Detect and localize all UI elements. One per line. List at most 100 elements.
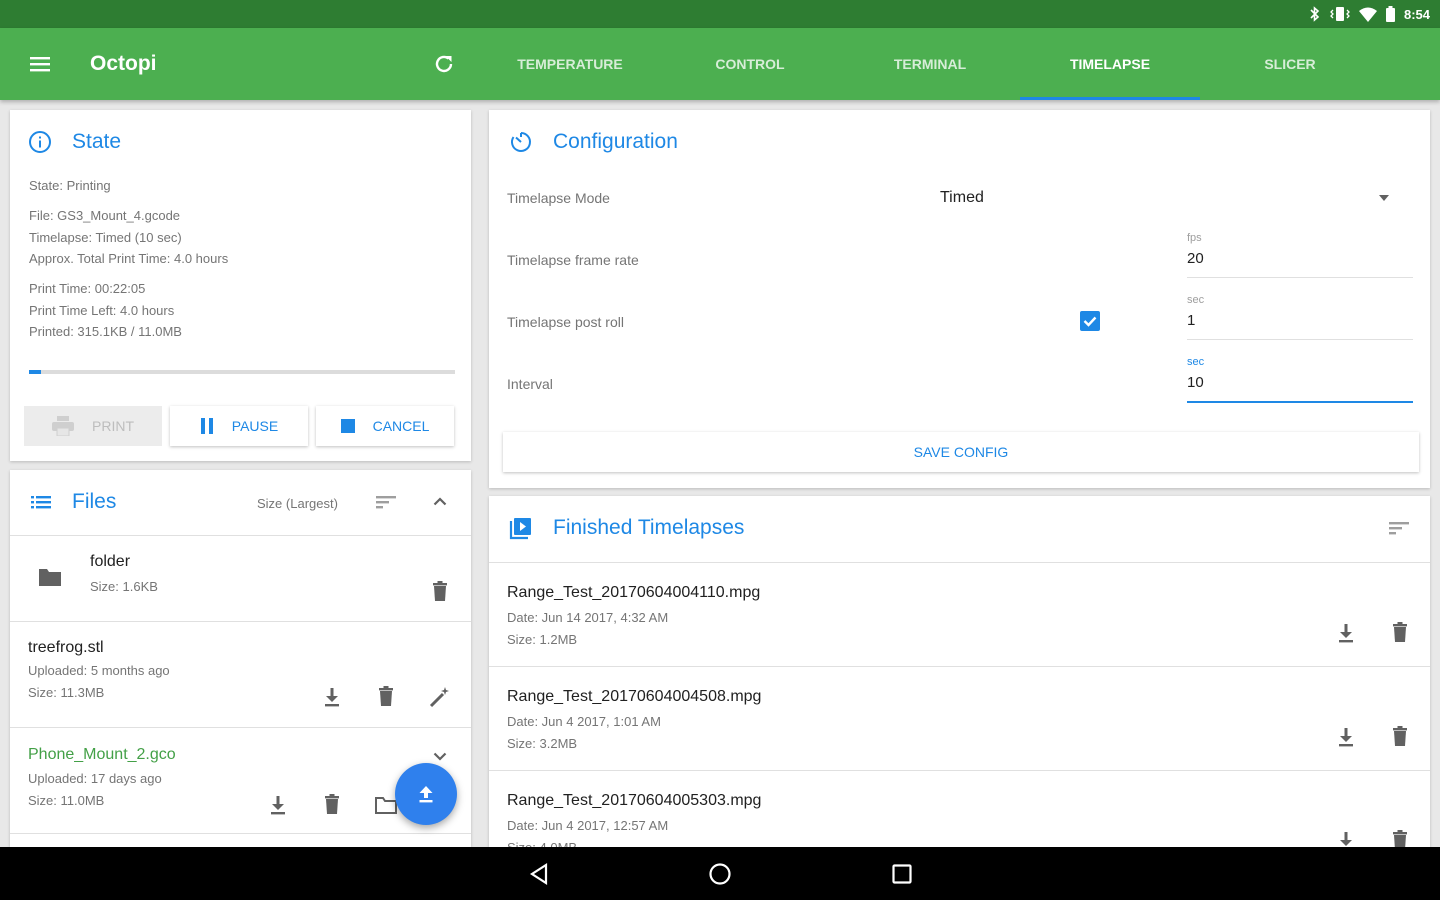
timelapse-name: Range_Test_20170604005303.mpg — [507, 792, 762, 809]
info-icon — [29, 131, 51, 153]
timelapse-mode-label: Timelapse Mode — [507, 190, 610, 206]
time-left-line: Print Time Left: 4.0 hours — [29, 302, 175, 318]
timelapse-size: Size: 1.2MB — [507, 631, 578, 647]
battery-icon — [1385, 6, 1395, 22]
dropdown-arrow-icon — [1379, 195, 1389, 201]
delete-icon[interactable] — [1388, 725, 1412, 749]
print-progress-fill — [29, 370, 41, 374]
state-file-info: File: GS3_Mount_4.gcode Timelapse: Timed… — [29, 205, 228, 270]
download-icon[interactable] — [320, 685, 344, 709]
home-icon[interactable] — [706, 860, 734, 888]
approx-time-line: Approx. Total Print Time: 4.0 hours — [29, 251, 229, 266]
timelapse-size: Size: 4.0MB — [507, 839, 578, 848]
cancel-button[interactable]: CANCEL — [316, 406, 454, 446]
pause-button[interactable]: PAUSE — [170, 406, 308, 446]
delete-icon[interactable] — [1388, 621, 1412, 645]
download-icon[interactable] — [1334, 725, 1358, 749]
stop-icon — [340, 419, 355, 433]
tab-temperature[interactable]: TEMPERATURE — [480, 28, 660, 100]
sort-icon[interactable] — [374, 490, 398, 514]
tab-control[interactable]: CONTROL — [660, 28, 840, 100]
delete-icon[interactable] — [374, 685, 398, 709]
download-icon[interactable] — [1334, 621, 1358, 645]
frame-rate-field[interactable]: fps 20 — [1187, 232, 1413, 278]
interval-field[interactable]: sec 10 — [1187, 356, 1413, 403]
pause-label: PAUSE — [231, 418, 279, 434]
tab-terminal[interactable]: TERMINAL — [840, 28, 1020, 100]
slice-wand-icon[interactable] — [428, 685, 452, 709]
tab-timelapse[interactable]: TIMELAPSE — [1020, 28, 1200, 100]
state-card-header: State — [28, 130, 121, 154]
timelapse-date: Date: Jun 4 2017, 1:01 AM — [507, 714, 661, 729]
configuration-card-title: Configuration — [553, 130, 678, 153]
upload-icon — [419, 786, 433, 803]
bluetooth-icon — [1310, 6, 1320, 22]
finished-timelapses-card: Finished Timelapses Range_Test_201706040… — [489, 496, 1430, 847]
print-button[interactable]: PRINT — [24, 406, 162, 446]
file-name: folder — [90, 553, 131, 570]
app-bar: Octopi TEMPERATURE CONTROL TERMINAL TIME… — [0, 28, 1440, 100]
timelapse-meta: Date: Jun 4 2017, 1:01 AM Size: 3.2MB — [507, 711, 661, 754]
file-size: Size: 11.0MB — [28, 792, 105, 808]
timelapse-meta: Date: Jun 4 2017, 12:57 AM Size: 4.0MB — [507, 815, 668, 847]
delete-icon[interactable] — [320, 793, 344, 817]
timer-icon — [511, 132, 531, 152]
upload-fab[interactable] — [395, 763, 457, 825]
timelapse-row[interactable]: Range_Test_20170604005303.mpg Date: Jun … — [489, 770, 1430, 847]
file-row-folder[interactable]: folder Size: 1.6KB — [10, 536, 471, 622]
configuration-card-header: Configuration — [509, 130, 678, 154]
delete-icon[interactable] — [428, 580, 452, 604]
tab-slicer[interactable]: SLICER — [1200, 28, 1380, 100]
post-roll-checkbox[interactable] — [1080, 311, 1100, 331]
frame-rate-value: 20 — [1187, 250, 1413, 278]
frame-rate-unit: fps — [1187, 232, 1202, 244]
post-roll-field[interactable]: sec 1 — [1187, 294, 1413, 340]
timelapse-name: Range_Test_20170604004508.mpg — [507, 688, 762, 705]
save-config-button[interactable]: SAVE CONFIG — [503, 432, 1419, 472]
file-line: File: GS3_Mount_4.gcode — [29, 208, 181, 223]
timelapse-date: Date: Jun 4 2017, 12:57 AM — [507, 818, 669, 833]
list-icon — [31, 496, 51, 509]
post-roll-unit: sec — [1187, 294, 1205, 306]
recents-icon[interactable] — [888, 860, 916, 888]
timelapse-row[interactable]: Range_Test_20170604004508.mpg Date: Jun … — [489, 666, 1430, 770]
files-card-header: Files — [30, 490, 116, 514]
sort-icon[interactable] — [1387, 516, 1411, 540]
download-icon[interactable] — [1334, 829, 1358, 847]
printed-line: Printed: 315.1KB / 11.0MB — [29, 324, 182, 339]
frame-rate-label: Timelapse frame rate — [507, 252, 639, 268]
files-card-title: Files — [72, 490, 117, 513]
vibrate-icon — [1330, 7, 1350, 21]
timelapse-mode-select[interactable]: Timed — [940, 184, 1400, 212]
finished-timelapses-title: Finished Timelapses — [553, 516, 745, 539]
file-meta: Uploaded: 17 days ago Size: 11.0MB — [28, 768, 162, 811]
printer-icon — [52, 416, 74, 436]
timelapse-row[interactable]: Range_Test_20170604004110.mpg Date: Jun … — [489, 562, 1430, 666]
refresh-icon[interactable] — [432, 52, 456, 76]
file-size: Size: 1.6KB — [90, 579, 158, 594]
print-controls: PRINT PAUSE CANCEL — [24, 406, 454, 446]
state-line: State: Printing — [29, 178, 111, 193]
wifi-icon — [1358, 7, 1377, 22]
file-uploaded: Uploaded: 17 days ago — [28, 771, 162, 786]
download-icon[interactable] — [266, 793, 290, 817]
state-progress-info: Print Time: 00:22:05 Print Time Left: 4.… — [29, 278, 182, 343]
print-progress-bar — [29, 370, 455, 374]
video-library-icon — [509, 518, 531, 540]
state-card: State State: Printing File: GS3_Mount_4.… — [10, 110, 471, 461]
file-name-active: Phone_Mount_2.gco — [28, 746, 176, 763]
state-card-title: State — [72, 130, 122, 153]
back-icon[interactable] — [526, 860, 554, 888]
collapse-icon[interactable] — [428, 490, 452, 514]
file-row-treefrog[interactable]: treefrog.stl Uploaded: 5 months ago Size… — [10, 622, 471, 728]
menu-icon[interactable] — [26, 50, 54, 78]
timelapse-name: Range_Test_20170604004110.mpg — [507, 584, 761, 601]
file-meta: Uploaded: 5 months ago Size: 11.3MB — [28, 660, 170, 703]
interval-value: 10 — [1187, 374, 1413, 403]
post-roll-value: 1 — [1187, 312, 1413, 340]
delete-icon[interactable] — [1388, 829, 1412, 847]
print-label: PRINT — [92, 418, 134, 434]
file-uploaded: Uploaded: 5 months ago — [28, 663, 170, 678]
timelapse-date: Date: Jun 14 2017, 4:32 AM — [507, 610, 669, 625]
cancel-label: CANCEL — [372, 418, 430, 434]
